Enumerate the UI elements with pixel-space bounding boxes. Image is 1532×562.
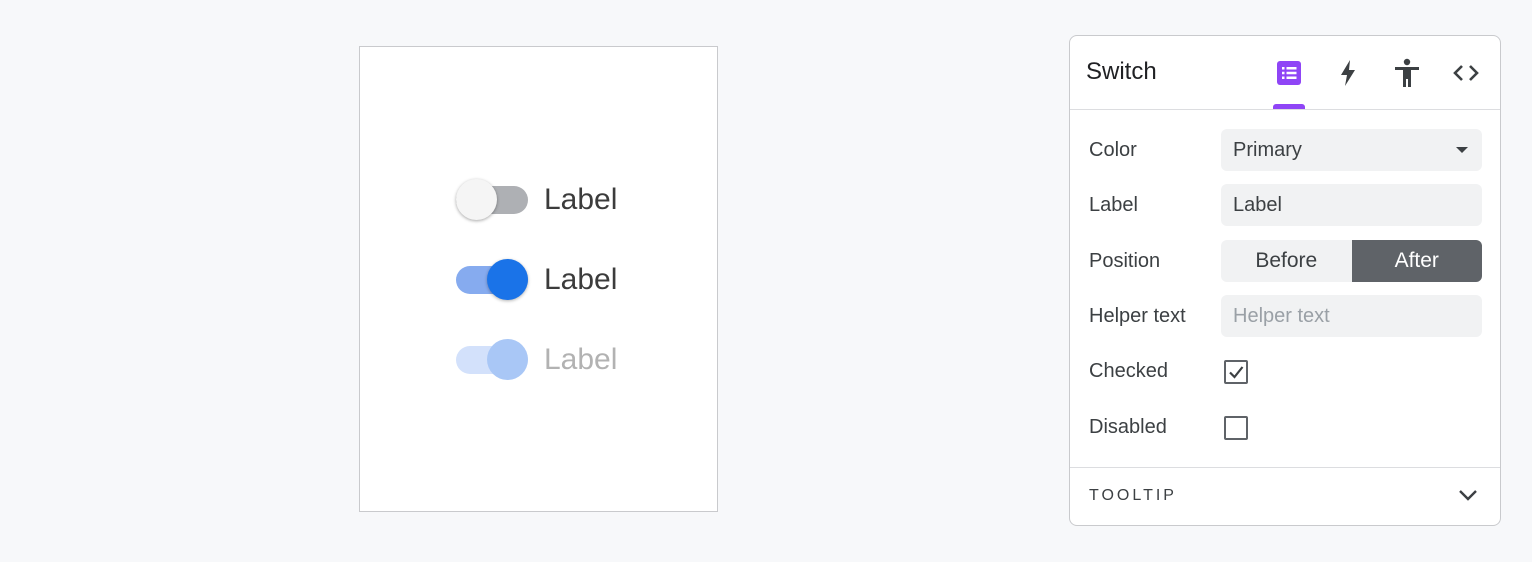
position-row: Position Before After: [1089, 240, 1483, 282]
label-input[interactable]: Label: [1221, 184, 1482, 226]
list-icon: [1277, 61, 1301, 85]
position-before-button[interactable]: Before: [1221, 240, 1352, 282]
active-tab-indicator: [1273, 104, 1305, 109]
switch-toggle-on[interactable]: [456, 258, 528, 302]
label-label: Label: [1089, 194, 1138, 216]
switch-label: Label: [544, 263, 618, 296]
accessibility-icon: [1395, 58, 1419, 87]
color-label: Color: [1089, 139, 1137, 161]
switch-thumb: [456, 179, 497, 220]
lightning-icon: [1341, 60, 1355, 86]
color-select[interactable]: Primary: [1221, 129, 1482, 171]
preview-canvas: Label Label Label: [359, 46, 718, 512]
switch-thumb: [487, 259, 528, 300]
switch-row-disabled: Label: [456, 338, 617, 382]
position-after-button[interactable]: After: [1351, 240, 1482, 282]
switch-row-off[interactable]: Label: [456, 178, 617, 222]
color-row: Color Primary: [1089, 129, 1483, 171]
switch-label: Label: [544, 343, 618, 376]
checked-label: Checked: [1089, 360, 1168, 382]
disabled-row: Disabled: [1089, 406, 1483, 448]
chevron-down-icon: [1459, 490, 1477, 501]
tab-accessibility[interactable]: [1387, 53, 1427, 93]
switch-thumb: [487, 339, 528, 380]
switch-toggle-off[interactable]: [456, 178, 528, 222]
position-segmented-control: Before After: [1221, 240, 1482, 282]
code-icon: [1453, 65, 1479, 81]
switch-row-on[interactable]: Label: [456, 258, 617, 302]
properties-panel: Switch Color Primary Label Label Positio…: [1069, 35, 1501, 526]
tab-events[interactable]: [1328, 53, 1368, 93]
checked-row: Checked: [1089, 350, 1483, 392]
disabled-checkbox[interactable]: [1224, 416, 1248, 440]
checkmark-icon: [1229, 366, 1244, 379]
helper-text-row: Helper text Helper text: [1089, 295, 1483, 337]
tooltip-section-header[interactable]: TOOLTIP: [1070, 467, 1500, 525]
dropdown-caret-icon: [1456, 147, 1468, 153]
panel-title: Switch: [1086, 58, 1157, 85]
switch-label: Label: [544, 183, 618, 216]
tab-properties[interactable]: [1269, 53, 1309, 93]
switch-toggle-disabled: [456, 338, 528, 382]
position-label: Position: [1089, 250, 1161, 272]
helper-text-input[interactable]: Helper text: [1221, 295, 1482, 337]
tooltip-section-label: TOOLTIP: [1089, 487, 1177, 504]
label-row: Label Label: [1089, 184, 1483, 226]
panel-header: Switch: [1070, 36, 1500, 110]
color-select-value: Primary: [1233, 139, 1302, 161]
helper-text-label: Helper text: [1089, 305, 1186, 327]
tab-code[interactable]: [1446, 53, 1486, 93]
checked-checkbox[interactable]: [1224, 360, 1248, 384]
disabled-label: Disabled: [1089, 416, 1167, 438]
